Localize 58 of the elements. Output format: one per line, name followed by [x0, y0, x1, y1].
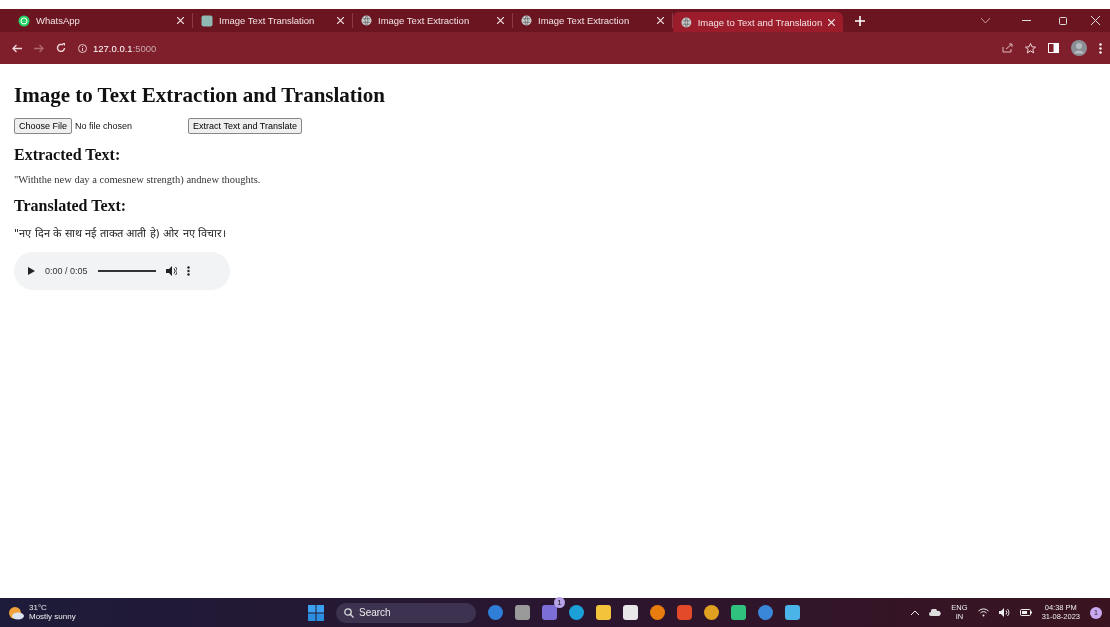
url-text: 127.0.0.1:5000: [93, 42, 157, 54]
globe-icon: [681, 16, 692, 28]
choose-file-button[interactable]: Choose File: [14, 118, 73, 134]
file-status: No file chosen: [75, 121, 134, 131]
notification-badge: 1: [554, 597, 565, 608]
globe-icon: [521, 15, 532, 26]
close-icon[interactable]: [337, 17, 344, 24]
new-tab-icon[interactable]: [855, 16, 865, 26]
close-icon[interactable]: [657, 17, 664, 24]
browser-tab[interactable]: Image to Text and Translation: [673, 12, 843, 32]
extract-translate-button[interactable]: Extract Text and Translate: [188, 118, 302, 134]
close-icon[interactable]: [1091, 16, 1100, 25]
section-heading: Translated Text:: [14, 197, 128, 215]
audio-time: 0:00 / 0:05: [45, 266, 88, 276]
maximize-icon[interactable]: [1059, 17, 1067, 25]
browser-tab[interactable]: WhatsApp: [10, 13, 193, 28]
search-field[interactable]: Search: [336, 602, 476, 623]
battery-icon[interactable]: [1019, 609, 1032, 616]
weather-text[interactable]: 31°C Mostly sunny: [29, 603, 76, 622]
search-icon: [344, 607, 354, 618]
globe-icon: [361, 15, 372, 26]
reload-icon[interactable]: [56, 43, 66, 53]
chevron-down-icon[interactable]: [981, 18, 990, 24]
wifi-icon[interactable]: [977, 608, 989, 617]
avatar-icon[interactable]: [1071, 40, 1087, 56]
cloud-icon[interactable]: [929, 609, 942, 616]
back-icon[interactable]: [12, 43, 22, 53]
close-icon[interactable]: [828, 18, 835, 26]
start-icon[interactable]: [308, 604, 324, 621]
browser-tab[interactable]: Image Text Extraction: [353, 13, 513, 28]
volume-icon[interactable]: [998, 608, 1010, 617]
star-icon[interactable]: [1025, 42, 1036, 54]
side-panel-icon[interactable]: [1048, 43, 1059, 53]
close-icon[interactable]: [497, 17, 504, 24]
chat-icon: [18, 14, 30, 27]
app-icon[interactable]: [569, 605, 584, 620]
menu-icon[interactable]: [1099, 42, 1102, 54]
app-icon: [201, 14, 213, 27]
translated-text: "नए दिन के साथ नई ताकत आती हे) ओर नए विचार।: [14, 226, 228, 240]
play-icon[interactable]: [28, 267, 35, 275]
weather-icon[interactable]: [8, 605, 24, 620]
extracted-text: "Withthe new day a comesnew strength) andnew thoughts.: [14, 174, 262, 185]
info-icon: [78, 43, 87, 53]
app-icon[interactable]: [758, 605, 773, 620]
page-title: Image to Text Extraction and Translation: [14, 83, 386, 108]
browser-tab[interactable]: Image Text Extraction: [513, 13, 673, 28]
browser-tab[interactable]: Image Text Translation: [193, 13, 353, 28]
minimize-icon[interactable]: [1022, 20, 1031, 22]
more-icon[interactable]: [186, 266, 190, 276]
close-icon[interactable]: [177, 17, 184, 24]
app-icon[interactable]: [650, 605, 665, 620]
share-icon[interactable]: [1002, 43, 1013, 53]
chevron-up-icon[interactable]: [911, 610, 920, 615]
app-icon[interactable]: [488, 605, 503, 620]
section-heading: Extracted Text:: [14, 146, 122, 164]
audio-player[interactable]: 0:00 / 0:05: [14, 252, 230, 290]
volume-icon[interactable]: [165, 266, 177, 276]
app-icon[interactable]: [704, 605, 719, 620]
